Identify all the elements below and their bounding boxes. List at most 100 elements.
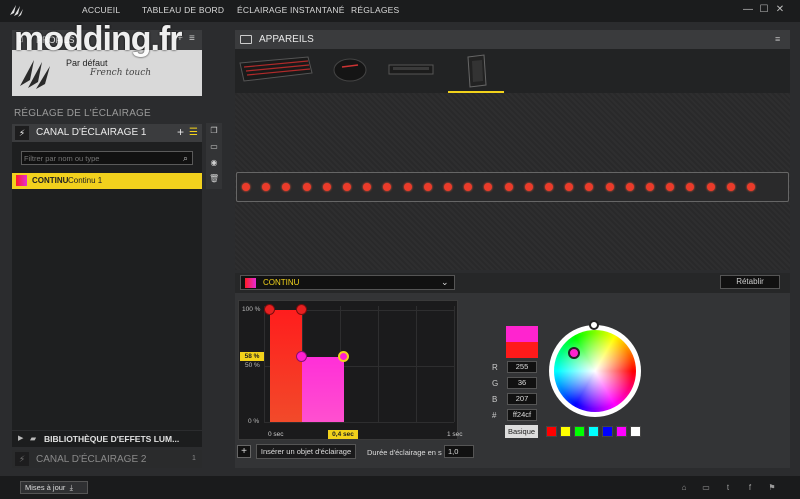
corsair-logo-icon bbox=[10, 5, 23, 17]
graph-gridline bbox=[416, 306, 417, 422]
y-label-0: 0 % bbox=[248, 418, 260, 425]
color-preset-swatch[interactable] bbox=[602, 426, 613, 437]
insert-lighting-object-button[interactable]: Insérer un objet d'éclairage bbox=[256, 444, 356, 459]
b-label: B bbox=[492, 395, 498, 404]
keyframe-handle[interactable] bbox=[296, 304, 307, 315]
effect-type-dropdown[interactable]: CONTINU ⌄ bbox=[240, 275, 455, 290]
nav-accueil[interactable]: ACCUEIL bbox=[82, 5, 120, 15]
x-label-end: 1 sec bbox=[447, 431, 463, 438]
filter-field[interactable]: ⌕ bbox=[21, 151, 193, 165]
updates-button[interactable]: Mises à jour ⤓ bbox=[20, 481, 88, 494]
y-label-50: 50 % bbox=[245, 362, 260, 369]
device-ram[interactable] bbox=[385, 53, 437, 89]
facebook-icon[interactable]: f bbox=[744, 483, 756, 493]
effect-name: Continu 1 bbox=[68, 176, 103, 185]
led-dot bbox=[545, 183, 553, 191]
led-dot bbox=[625, 183, 634, 191]
g-input[interactable]: 36 bbox=[507, 377, 537, 389]
library-title: BIBLIOTHÈQUE D'EFFETS LUM... bbox=[44, 434, 180, 444]
devices-menu-icon[interactable]: ≡ bbox=[775, 34, 780, 44]
channel-2-header[interactable]: ⚡ CANAL D'ÉCLAIRAGE 2 1 bbox=[12, 450, 202, 468]
profile-menu-icon[interactable]: ≡ bbox=[189, 34, 199, 44]
lightning-icon: ⚡ bbox=[15, 126, 29, 140]
search-icon[interactable]: ⌕ bbox=[183, 153, 188, 164]
value-marker: 58 % bbox=[240, 352, 264, 361]
close-icon[interactable]: ✕ bbox=[774, 4, 786, 16]
graph-gridline bbox=[264, 306, 265, 422]
ram-device-icon bbox=[388, 64, 434, 75]
time-marker: 0,4 sec bbox=[328, 430, 358, 439]
eye-icon[interactable]: ◉ bbox=[209, 158, 219, 168]
twitter-icon[interactable]: t bbox=[722, 483, 734, 493]
forum-icon[interactable]: ⌂ bbox=[678, 483, 690, 493]
led-dot bbox=[444, 183, 452, 191]
led-dot bbox=[343, 183, 351, 191]
r-label: R bbox=[492, 363, 498, 372]
color-preview-new bbox=[506, 326, 538, 342]
led-dot bbox=[242, 183, 250, 191]
color-preset-swatch[interactable] bbox=[574, 426, 585, 437]
color-preset-swatch[interactable] bbox=[560, 426, 571, 437]
r-input[interactable]: 255 bbox=[507, 361, 537, 373]
nav-tableau-de-bord[interactable]: TABLEAU DE BORD bbox=[142, 5, 224, 15]
corsair-icon[interactable]: ⚑ bbox=[766, 483, 778, 493]
effect-type: CONTINU bbox=[32, 176, 69, 185]
keyframe-handle-selected[interactable] bbox=[338, 351, 349, 362]
color-picker-handle[interactable] bbox=[568, 347, 580, 359]
duration-input[interactable]: 1,0 bbox=[444, 445, 474, 458]
device-mouse[interactable] bbox=[330, 53, 370, 89]
watermark: modding.fr bbox=[14, 20, 183, 58]
channel-2-count: 1 bbox=[192, 455, 196, 462]
graph-gridline bbox=[378, 306, 379, 422]
paste-icon[interactable]: ▭ bbox=[209, 142, 219, 152]
y-label-100: 100 % bbox=[242, 306, 261, 313]
led-dot bbox=[646, 183, 654, 191]
led-dot bbox=[322, 183, 331, 191]
device-case[interactable] bbox=[448, 53, 504, 93]
effects-library[interactable]: ▶ ▰ BIBLIOTHÈQUE D'EFFETS LUM... bbox=[12, 431, 202, 447]
color-preset-swatch[interactable] bbox=[616, 426, 627, 437]
minimize-icon[interactable]: — bbox=[742, 4, 754, 16]
devices-header: APPAREILS ≡ bbox=[235, 30, 790, 49]
color-preset-swatch[interactable] bbox=[588, 426, 599, 437]
led-dot bbox=[605, 183, 614, 191]
device-keyboard[interactable] bbox=[238, 53, 314, 89]
color-preset-swatch[interactable] bbox=[630, 426, 641, 437]
hex-input[interactable]: ff24cf bbox=[507, 409, 537, 421]
color-wheel[interactable] bbox=[554, 330, 636, 412]
effect-type-selected: CONTINU bbox=[263, 278, 300, 287]
effect-list-item[interactable]: CONTINU Continu 1 bbox=[12, 173, 202, 189]
channel-menu-icon[interactable]: ☰ bbox=[189, 127, 198, 138]
graph-gridline bbox=[454, 306, 455, 422]
pink-segment[interactable] bbox=[302, 357, 344, 422]
basic-button[interactable]: Basique bbox=[505, 425, 538, 438]
red-segment[interactable] bbox=[270, 310, 302, 422]
nav-eclairage-instantane[interactable]: ÉCLAIRAGE INSTANTANÉ bbox=[237, 5, 345, 15]
keyframe-handle[interactable] bbox=[296, 351, 307, 362]
nav-reglages[interactable]: RÉGLAGES bbox=[351, 5, 399, 15]
effect-color-swatch bbox=[245, 278, 256, 288]
add-keyframe-button[interactable]: + bbox=[237, 445, 251, 458]
color-preset-swatch[interactable] bbox=[546, 426, 557, 437]
x-label-start: 0 sec bbox=[268, 431, 284, 438]
devices-title: APPAREILS bbox=[259, 34, 314, 45]
keyframe-handle[interactable] bbox=[264, 304, 275, 315]
reset-button[interactable]: Rétablir bbox=[720, 275, 780, 289]
led-dot bbox=[524, 183, 533, 191]
add-effect-icon[interactable]: + bbox=[177, 125, 184, 139]
expand-icon: ▶ bbox=[18, 435, 24, 442]
chat-icon[interactable]: ▭ bbox=[700, 483, 712, 493]
b-input[interactable]: 207 bbox=[507, 393, 537, 405]
copy-icon[interactable]: ❐ bbox=[209, 126, 219, 136]
profile-name: Par défaut bbox=[66, 58, 108, 68]
profile-subtitle: French touch bbox=[90, 68, 152, 78]
trash-icon[interactable]: 🗑 bbox=[209, 174, 219, 184]
duration-label: Durée d'éclairage en s bbox=[367, 448, 442, 457]
led-dot bbox=[706, 183, 715, 191]
keyboard-device-icon bbox=[239, 56, 313, 82]
maximize-icon[interactable]: ☐ bbox=[758, 4, 770, 16]
case-device-icon bbox=[467, 54, 487, 88]
brightness-handle[interactable] bbox=[589, 320, 599, 330]
channel-1-header[interactable]: ⚡ CANAL D'ÉCLAIRAGE 1 + ☰ bbox=[12, 124, 202, 142]
filter-input[interactable] bbox=[24, 152, 174, 164]
